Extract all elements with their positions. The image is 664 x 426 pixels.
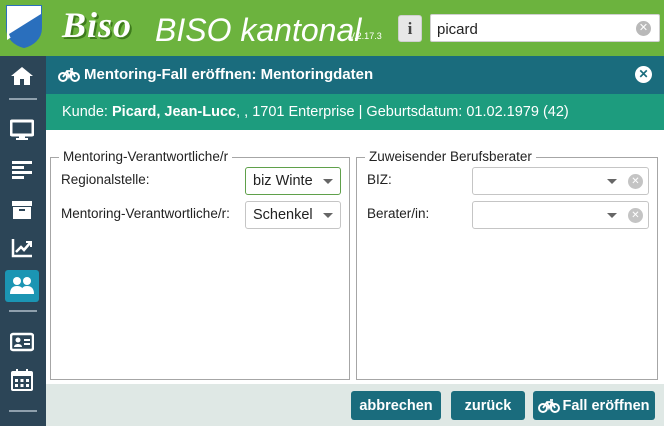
chevron-down-icon	[323, 213, 333, 218]
group-legend: Mentoring-Verantwortliche/r	[59, 149, 233, 164]
select-value: biz Winte	[253, 173, 313, 189]
chevron-down-icon	[607, 213, 617, 218]
archive-icon	[12, 201, 32, 219]
version-label: V.2.17.3	[349, 31, 382, 41]
chevron-down-icon	[607, 179, 617, 184]
advisor-label: Berater/in:	[367, 206, 430, 221]
users-icon	[10, 277, 34, 294]
sidebar-divider	[9, 98, 37, 100]
sidebar	[0, 56, 46, 426]
bicycle-icon	[58, 67, 80, 82]
dialog-footer: abbrechen zurück Fall eröffnen	[46, 384, 664, 426]
sidebar-item-home[interactable]	[5, 60, 39, 92]
biso-logo: Biso	[62, 5, 133, 45]
regionalstelle-label: Regionalstelle:	[61, 172, 150, 187]
sidebar-item-desktop[interactable]	[5, 114, 39, 146]
sidebar-item-contacts[interactable]	[5, 326, 39, 358]
search-input[interactable]	[437, 19, 632, 39]
advisor-select[interactable]: ✕	[472, 201, 649, 229]
close-icon[interactable]: ✕	[635, 66, 652, 83]
sidebar-item-users[interactable]	[5, 270, 39, 302]
dialog-header: Mentoring-Fall eröffnen: Mentoringdaten …	[46, 56, 664, 94]
mentoring-responsible-group: Mentoring-Verantwortliche/r Regionalstel…	[50, 149, 350, 380]
monitor-icon	[10, 119, 34, 140]
id-card-icon	[10, 332, 34, 352]
customer-details: , , 1701 Enterprise | Geburtsdatum: 01.0…	[236, 104, 569, 120]
regionalstelle-select[interactable]: biz Winte	[245, 167, 341, 195]
bicycle-icon	[538, 398, 561, 413]
cancel-button[interactable]: abbrechen	[351, 391, 441, 420]
clear-icon[interactable]: ✕	[628, 174, 643, 189]
dialog-body: Mentoring-Verantwortliche/r Regionalstel…	[46, 130, 664, 384]
biz-select[interactable]: ✕	[472, 167, 649, 195]
referring-advisor-group: Zuweisender Berufsberater BIZ: ✕ Berater…	[356, 149, 658, 380]
group-legend: Zuweisender Berufsberater	[365, 149, 536, 164]
biz-label: BIZ:	[367, 172, 392, 187]
dialog-title-text: Mentoring-Fall eröffnen: Mentoringdaten	[84, 66, 374, 83]
customer-bar: Kunde: Picard, Jean-Lucc, , 1701 Enterpr…	[46, 94, 664, 130]
back-button[interactable]: zurück	[451, 391, 525, 420]
app-title: BISO kantonal	[155, 12, 362, 48]
open-case-label: Fall eröffnen	[562, 397, 650, 414]
customer-name: Picard, Jean-Lucc	[112, 104, 237, 120]
sidebar-item-calendar[interactable]	[5, 364, 39, 396]
search-box: ✕	[430, 14, 660, 42]
calendar-icon	[11, 369, 33, 391]
search-clear-icon[interactable]: ✕	[636, 21, 651, 36]
info-button[interactable]: i	[398, 15, 422, 42]
sidebar-divider	[9, 310, 37, 312]
mentoring-responsible-select[interactable]: Schenkel	[245, 201, 341, 229]
sidebar-item-archive[interactable]	[5, 194, 39, 226]
select-value: Schenkel	[253, 207, 313, 223]
dialog-title: Mentoring-Fall eröffnen: Mentoringdaten	[58, 66, 373, 83]
app-window: Biso BISO kantonal V.2.17.3 i ✕	[0, 0, 664, 426]
text-lines-icon	[12, 161, 32, 179]
open-case-button[interactable]: Fall eröffnen	[533, 391, 655, 420]
customer-prefix: Kunde:	[62, 104, 112, 120]
sidebar-item-list[interactable]	[5, 154, 39, 186]
chevron-down-icon	[323, 179, 333, 184]
chart-line-icon	[11, 239, 32, 258]
clear-icon[interactable]: ✕	[628, 208, 643, 223]
sidebar-divider	[9, 410, 37, 412]
top-header: Biso BISO kantonal V.2.17.3 i ✕	[0, 0, 664, 56]
zurich-crest-icon	[6, 5, 42, 48]
sidebar-item-statistics[interactable]	[5, 232, 39, 264]
mentoring-responsible-label: Mentoring-Verantwortliche/r:	[61, 206, 230, 221]
home-icon	[11, 67, 33, 85]
